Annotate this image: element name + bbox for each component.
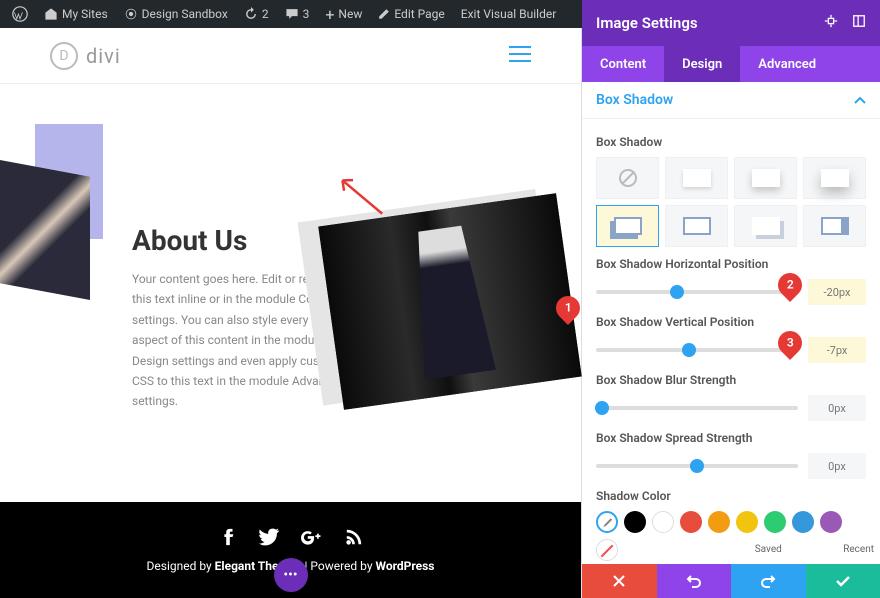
chevron-up-icon xyxy=(854,96,866,104)
social-icons xyxy=(219,528,363,551)
slider-hpos[interactable] xyxy=(596,290,798,294)
swatch-2[interactable] xyxy=(680,511,702,533)
slider-spread[interactable] xyxy=(596,464,798,468)
swatch-none[interactable] xyxy=(596,539,618,561)
close-button[interactable] xyxy=(582,564,657,598)
twitter-icon[interactable] xyxy=(259,528,279,551)
shadow-presets xyxy=(596,157,866,247)
settings-panel: Image Settings Content Design Advanced B… xyxy=(582,0,880,598)
drag-icon[interactable] xyxy=(824,14,838,32)
panel-body: Box Shadow Box Shadow Horizontal Positio… xyxy=(582,119,880,564)
my-sites[interactable]: My Sites xyxy=(38,7,114,21)
preset-3[interactable] xyxy=(803,157,866,199)
image-content xyxy=(318,193,581,410)
preset-none[interactable] xyxy=(596,157,659,199)
input-spread[interactable] xyxy=(808,453,866,479)
swatch-6[interactable] xyxy=(792,511,814,533)
preset-5[interactable] xyxy=(665,205,728,247)
site-header: D divi xyxy=(0,28,581,84)
input-blur[interactable] xyxy=(808,395,866,421)
slider-blur[interactable] xyxy=(596,406,798,410)
panel-header: Image Settings xyxy=(582,0,880,46)
swatch-3[interactable] xyxy=(708,511,730,533)
panel-tabs: Content Design Advanced xyxy=(582,46,880,82)
section-toggle[interactable]: Box Shadow xyxy=(582,82,880,119)
site-name[interactable]: Design Sandbox xyxy=(118,7,234,21)
image-module[interactable] xyxy=(318,193,581,410)
slider-vpos[interactable] xyxy=(596,348,798,352)
facebook-icon[interactable] xyxy=(219,528,237,551)
panel-actions: Saved Recent xyxy=(582,564,880,598)
gplus-icon[interactable] xyxy=(301,528,323,551)
hamburger-icon[interactable] xyxy=(509,46,531,66)
swatch-5[interactable] xyxy=(764,511,786,533)
swatch-1[interactable] xyxy=(652,511,674,533)
panel-title: Image Settings xyxy=(596,14,698,32)
label-vpos: Box Shadow Vertical Position xyxy=(596,315,866,329)
marker-3: 3 xyxy=(773,326,807,360)
comments[interactable]: 3 xyxy=(279,7,316,21)
site-logo[interactable]: D divi xyxy=(50,42,121,70)
edit-page[interactable]: Edit Page xyxy=(372,7,450,21)
page-preview: D divi About Us Your content goes here. … xyxy=(0,28,582,598)
rss-icon[interactable] xyxy=(345,528,363,551)
preset-7[interactable] xyxy=(803,205,866,247)
site-footer: Designed by Elegant Themes | Powered by … xyxy=(0,502,581,598)
preset-4[interactable] xyxy=(596,205,659,247)
label-blur: Box Shadow Blur Strength xyxy=(596,373,866,387)
color-picker[interactable] xyxy=(596,511,618,533)
label-boxshadow: Box Shadow xyxy=(596,135,866,149)
swatch-7[interactable] xyxy=(820,511,842,533)
new[interactable]: +New xyxy=(319,5,368,24)
page-canvas: About Us Your content goes here. Edit or… xyxy=(0,84,581,504)
wp-logo[interactable] xyxy=(6,6,34,22)
swatch-4[interactable] xyxy=(736,511,758,533)
updates[interactable]: 2 xyxy=(238,7,275,21)
preset-6[interactable] xyxy=(734,205,797,247)
swatch-0[interactable] xyxy=(624,511,646,533)
tab-advanced[interactable]: Advanced xyxy=(740,46,834,82)
undo-button[interactable] xyxy=(657,564,732,598)
preset-1[interactable] xyxy=(665,157,728,199)
redo-button[interactable]: Saved xyxy=(731,564,806,598)
input-hpos[interactable] xyxy=(808,279,866,305)
save-button[interactable]: Recent xyxy=(806,564,880,598)
label-color: Shadow Color xyxy=(596,489,866,503)
logo-icon: D xyxy=(50,42,78,70)
preset-2[interactable] xyxy=(734,157,797,199)
label-hpos: Box Shadow Horizontal Position xyxy=(596,257,866,271)
exit-vb[interactable]: Exit Visual Builder xyxy=(455,7,563,21)
tab-design[interactable]: Design xyxy=(664,46,740,82)
color-swatches xyxy=(596,511,866,561)
builder-toggle[interactable]: ••• xyxy=(274,558,308,592)
person-image xyxy=(0,160,90,300)
input-vpos[interactable] xyxy=(808,337,866,363)
expand-icon[interactable] xyxy=(852,14,866,32)
marker-2: 2 xyxy=(773,268,807,302)
tab-content[interactable]: Content xyxy=(582,46,664,82)
label-spread: Box Shadow Spread Strength xyxy=(596,431,866,445)
